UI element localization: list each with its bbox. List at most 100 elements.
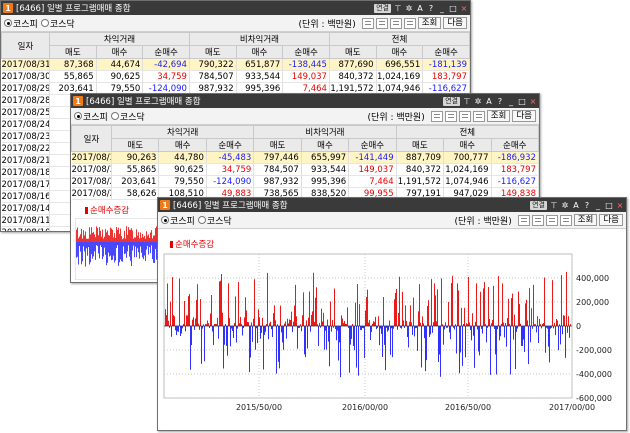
toolbar: 코스피 코스닥 (단위 : 백만원) 조회 다음 — [71, 108, 539, 125]
minimize-icon[interactable]: _ — [594, 201, 602, 210]
radio-kosdaq[interactable]: 코스닥 — [40, 17, 75, 30]
cell-value: 1,191,572 — [396, 175, 445, 188]
radio-kospi[interactable]: 코스피 — [161, 214, 195, 227]
y-tick-label: -400,000 — [576, 370, 612, 379]
next-button[interactable]: 다음 — [512, 110, 536, 122]
x-tick-label: 2016/00/00 — [342, 403, 388, 412]
legend-swatch-icon — [85, 207, 88, 214]
unit-label: (단위 : 백만원) — [298, 19, 356, 30]
cell-value: 203,641 — [111, 175, 160, 188]
next-button[interactable]: 다음 — [443, 17, 467, 29]
header-date: 일자 — [1, 32, 50, 59]
table-row[interactable]: 2017/08/29203,64179,550-124,090987,93299… — [71, 175, 539, 188]
query-button[interactable]: 조회 — [486, 110, 511, 122]
header-buy: 매수 — [300, 138, 350, 152]
cell-value: -186,932 — [491, 151, 539, 164]
table-row[interactable]: 2017/08/3055,86590,62534,759784,507933,5… — [71, 163, 539, 176]
window-front: 1 [6466] 일별 프로그램매매 종합 연결 ⊤ ✲ A ? _ □ × 코… — [157, 197, 627, 431]
query-button[interactable]: 조회 — [417, 17, 442, 29]
chart-view-icon[interactable] — [444, 110, 457, 122]
pin-icon[interactable]: ⊤ — [550, 201, 558, 210]
cell-value: -124,090 — [206, 175, 255, 188]
window-title: [6466] 일별 프로그램매매 종합 — [16, 4, 131, 14]
title-bar[interactable]: 1 [6466] 일별 프로그램매매 종합 연결 ⊤ ✲ A ? _ □ × — [1, 1, 470, 15]
window-number-icon: 1 — [160, 200, 170, 210]
excel-icon[interactable] — [545, 214, 558, 226]
header-net: 순매수 — [490, 138, 539, 152]
mini-chart-svg — [75, 218, 161, 280]
help-icon[interactable]: ? — [583, 201, 591, 210]
radio-kospi[interactable]: 코스피 — [4, 17, 38, 30]
cell-value: 655,997 — [301, 151, 350, 164]
radio-kosdaq[interactable]: 코스닥 — [197, 214, 232, 227]
table-view-icon[interactable] — [430, 110, 443, 122]
font-icon[interactable]: A — [572, 201, 580, 210]
cell-value: 933,544 — [301, 163, 350, 176]
cell-date: 2017/08/31 — [71, 151, 112, 164]
link-button[interactable]: 연결 — [374, 3, 391, 13]
close-icon[interactable]: × — [460, 4, 468, 13]
cell-value: 1,074,946 — [443, 175, 492, 188]
toolbar: 코스피 코스닥 (단위 : 백만원) 조회 다음 — [1, 15, 470, 32]
table-view-icon[interactable] — [517, 214, 530, 226]
header-group: 비차익거래 — [188, 32, 330, 46]
print-icon[interactable] — [472, 110, 485, 122]
print-icon[interactable] — [403, 17, 416, 29]
cell-value: 90,625 — [158, 163, 207, 176]
minimize-icon[interactable]: _ — [507, 97, 515, 106]
radio-dot-icon — [110, 112, 119, 120]
maximize-icon[interactable]: □ — [449, 4, 457, 13]
y-tick-label: 400,000 — [576, 274, 609, 283]
radio-kosdaq[interactable]: 코스닥 — [110, 110, 145, 123]
title-bar[interactable]: 1 [6466] 일별 프로그램매매 종합 연결 ⊤ ✲ A ? _ □ × — [158, 198, 626, 212]
main-chart-svg: 400,000200,0000-200,000-400,000-600,0002… — [163, 253, 612, 412]
font-icon[interactable]: A — [485, 97, 493, 106]
table-row[interactable]: 2017/08/3190,26344,780-45,483797,446655,… — [71, 151, 539, 164]
maximize-icon[interactable]: □ — [518, 97, 526, 106]
settings-icon[interactable]: ✲ — [405, 4, 413, 13]
font-icon[interactable]: A — [416, 4, 424, 13]
cell-date: 2017/08/14 — [1, 202, 50, 215]
cell-value: 90,625 — [96, 70, 144, 83]
settings-icon[interactable]: ✲ — [474, 97, 482, 106]
window-number-icon: 1 — [73, 96, 83, 106]
y-tick-label: -200,000 — [576, 346, 612, 355]
cell-value: -42,694 — [142, 58, 190, 71]
header-group: 차익거래 — [110, 125, 255, 139]
link-button[interactable]: 연결 — [530, 200, 547, 210]
table-view-icon[interactable] — [361, 17, 374, 29]
close-icon[interactable]: × — [616, 201, 624, 210]
table-row[interactable]: 2017/08/3055,86590,62534,759784,507933,5… — [1, 70, 470, 83]
excel-icon[interactable] — [389, 17, 402, 29]
header-net: 순매수 — [422, 45, 470, 59]
header-net: 순매수 — [348, 138, 397, 152]
help-icon[interactable]: ? — [496, 97, 504, 106]
chart-view-icon[interactable] — [375, 17, 388, 29]
radio-dot-icon — [197, 216, 206, 224]
query-button[interactable]: 조회 — [573, 214, 598, 226]
close-icon[interactable]: × — [529, 97, 537, 106]
cell-date: 2017/08/31 — [1, 58, 50, 71]
main-chart: 400,000 200,000 0 -200,000 -400,000 -600,000 2… — [158, 248, 626, 430]
minimize-icon[interactable]: _ — [438, 4, 446, 13]
header-date: 일자 — [71, 125, 112, 152]
pin-icon[interactable]: ⊤ — [463, 97, 471, 106]
link-button[interactable]: 연결 — [443, 96, 460, 106]
cell-value: 696,551 — [376, 58, 424, 71]
radio-kospi[interactable]: 코스피 — [74, 110, 108, 123]
settings-icon[interactable]: ✲ — [561, 201, 569, 210]
cell-date: 2017/08/29 — [1, 82, 50, 95]
maximize-icon[interactable]: □ — [605, 201, 613, 210]
title-bar[interactable]: 1 [6466] 일별 프로그램매매 종합 연결 ⊤ ✲ A ? _ □ × — [71, 94, 539, 108]
chart-view-icon[interactable] — [531, 214, 544, 226]
data-table: 일자 차익거래 비차익거래 전체 매도 매수 순매수 매도 매수 순매수 매도 매수 순매수… — [71, 125, 539, 200]
next-button[interactable]: 다음 — [599, 214, 623, 226]
table-row[interactable]: 2017/08/31 87,368 44,674 -42,694 790,322 651,… — [1, 58, 470, 71]
excel-icon[interactable] — [458, 110, 471, 122]
header-buy: 매수 — [443, 138, 492, 152]
cell-date: 2017/08/24 — [1, 118, 50, 131]
cell-value: 1,024,169 — [376, 70, 424, 83]
pin-icon[interactable]: ⊤ — [394, 4, 402, 13]
help-icon[interactable]: ? — [427, 4, 435, 13]
print-icon[interactable] — [559, 214, 572, 226]
